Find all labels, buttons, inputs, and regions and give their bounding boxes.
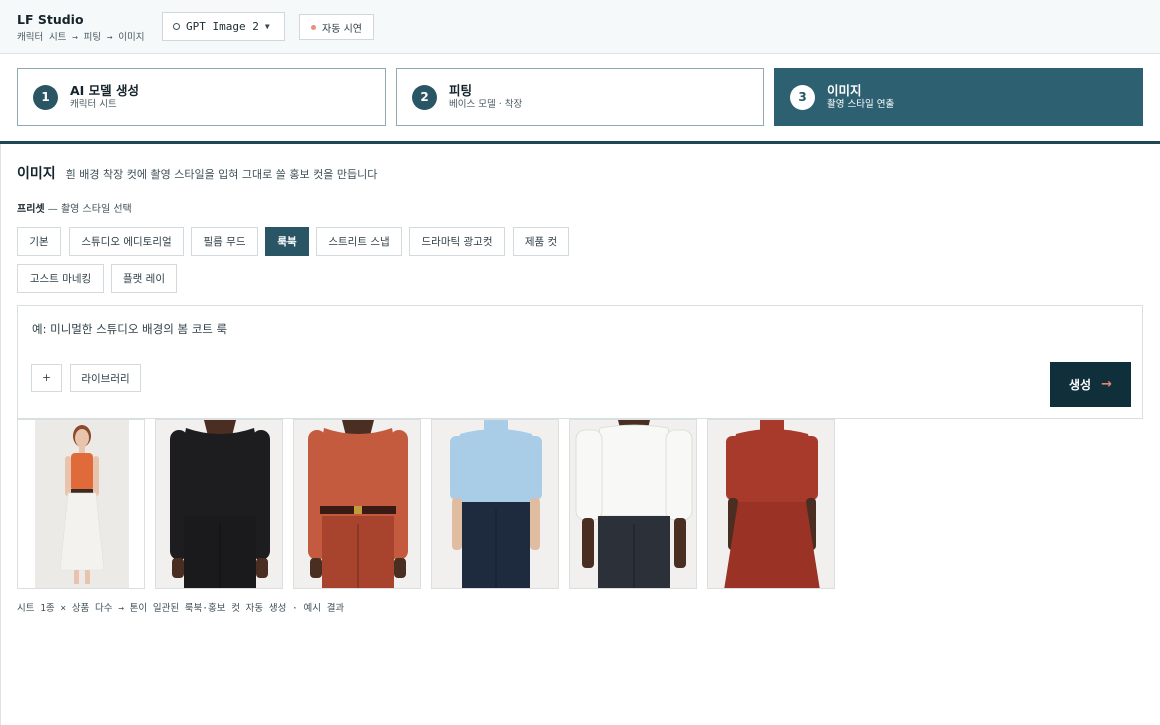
step-number-badge: 3 (790, 84, 815, 110)
preset-label-rest: — 촬영 스타일 선택 (44, 204, 132, 215)
step-title: 피팅 (449, 83, 473, 98)
gallery-caption: 시트 1종 × 상품 다수 → 톤이 일관된 룩북·홍보 컷 자동 생성 · 예… (17, 603, 345, 614)
auto-demo-label: 자동 시연 (322, 23, 362, 35)
model-status-icon (173, 23, 180, 30)
prompt-box: + 라이브러리 생성 → (17, 305, 1143, 419)
preset-dramatic-ad[interactable]: 드라마틱 광고컷 (409, 227, 505, 256)
breadcrumb: 캐릭터 시트 → 피팅 → 이미지 (17, 32, 145, 43)
preset-product-cut[interactable]: 제품 컷 (513, 227, 569, 256)
result-thumbnail[interactable] (569, 419, 697, 589)
section-divider (0, 141, 1160, 144)
generate-label: 생성 (1069, 378, 1092, 392)
panel-border (0, 144, 1, 725)
result-thumbnail[interactable] (707, 419, 835, 589)
model-select-value: GPT Image 2 (186, 20, 259, 33)
step-number-badge: 2 (412, 84, 437, 110)
section-header: 이미지 흰 배경 착장 컷에 촬영 스타일을 입혀 그대로 쓸 홍보 컷을 만듭… (17, 163, 377, 183)
model-select[interactable]: GPT Image 2 ▼ (162, 12, 285, 41)
add-attachment-button[interactable]: + (31, 364, 62, 392)
preset-studio-editorial[interactable]: 스튜디오 에디토리얼 (69, 227, 184, 256)
preset-label-bold: 프리셋 (17, 204, 45, 215)
chevron-down-icon: ▼ (264, 22, 270, 31)
step-title: 이미지 (827, 83, 862, 98)
result-thumbnail[interactable] (431, 419, 559, 589)
preset-street-snap[interactable]: 스트리트 스냅 (316, 227, 402, 256)
preset-ghost-mannequin[interactable]: 고스트 마네킹 (17, 264, 104, 293)
preset-label: 프리셋 — 촬영 스타일 선택 (17, 200, 132, 215)
preset-lookbook[interactable]: 룩북 (265, 227, 309, 256)
preset-basic[interactable]: 기본 (17, 227, 61, 256)
step-ai-model[interactable]: 1 AI 모델 생성 캐릭터 시트 (17, 68, 386, 126)
section-description: 흰 배경 착장 컷에 촬영 스타일을 입혀 그대로 쓸 홍보 컷을 만듭니다 (65, 168, 378, 181)
generate-button[interactable]: 생성 → (1050, 362, 1131, 407)
auto-demo-button[interactable]: 자동 시연 (299, 14, 374, 40)
app-title: LF Studio (17, 12, 84, 27)
step-image[interactable]: 3 이미지 촬영 스타일 연출 (774, 68, 1143, 126)
step-title: AI 모델 생성 (70, 83, 140, 98)
step-subtitle: 캐릭터 시트 (70, 99, 117, 110)
result-thumbnail[interactable] (155, 419, 283, 589)
step-subtitle: 촬영 스타일 연출 (827, 99, 895, 110)
section-title: 이미지 (17, 166, 56, 182)
arrow-right-icon: → (1101, 377, 1112, 392)
prompt-input[interactable] (32, 320, 932, 338)
step-subtitle: 베이스 모델 · 착장 (449, 99, 523, 110)
result-thumbnail[interactable] (293, 419, 421, 589)
preset-film-mood[interactable]: 필름 무드 (191, 227, 258, 256)
record-dot-icon (311, 24, 316, 30)
step-number-badge: 1 (33, 84, 58, 110)
step-fitting[interactable]: 2 피팅 베이스 모델 · 착장 (396, 68, 764, 126)
result-thumbnail[interactable] (17, 419, 145, 589)
preset-flat-lay[interactable]: 플랫 레이 (111, 264, 177, 293)
library-button[interactable]: 라이브러리 (70, 364, 141, 392)
top-bar: LF Studio 캐릭터 시트 → 피팅 → 이미지 GPT Image 2 … (0, 0, 1160, 54)
